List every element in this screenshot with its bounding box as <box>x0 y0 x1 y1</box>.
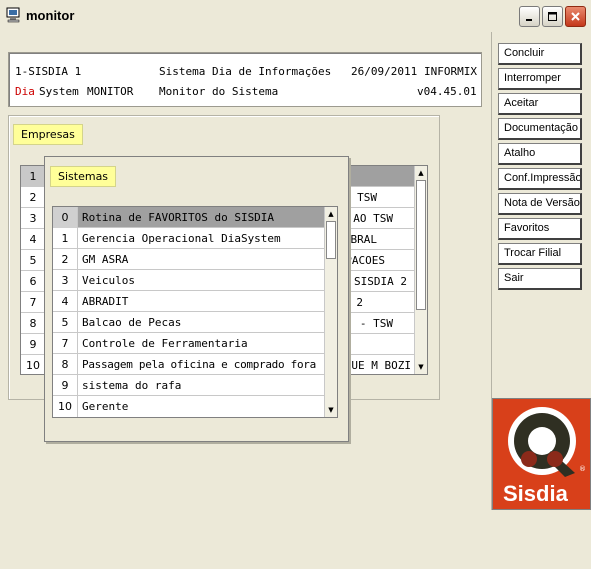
atalho-button[interactable]: Atalho <box>498 143 582 165</box>
list-item[interactable]: 4 ABRADIT <box>53 291 325 312</box>
list-item[interactable]: 9 sistema do rafa <box>53 375 325 396</box>
title-bar: monitor <box>0 0 591 32</box>
conf-impressao-button[interactable]: Conf.Impressão <box>498 168 582 190</box>
list-item[interactable]: 5 Balcao de Pecas <box>53 312 325 333</box>
system-name: Sistema Dia de Informações <box>159 65 332 78</box>
module-name: MONITOR <box>87 85 134 98</box>
documentacao-button[interactable]: Documentação <box>498 118 582 140</box>
list-item[interactable]: 10 Gerente <box>53 396 325 417</box>
system-code: 1-SISDIA 1 <box>15 65 82 78</box>
minimize-icon <box>526 19 532 21</box>
logo-text: Sisdia <box>503 481 568 506</box>
trocar-filial-button[interactable]: Trocar Filial <box>498 243 582 265</box>
close-button[interactable] <box>565 6 586 27</box>
current-date: 26/09/2011 <box>351 65 418 78</box>
list-item[interactable]: 1 Gerencia Operacional DiaSystem <box>53 228 325 249</box>
aceitar-button[interactable]: Aceitar <box>498 93 582 115</box>
sisdia-logo: Sisdia ® <box>492 398 591 510</box>
empresas-scrollbar[interactable]: ▲ ▼ <box>414 166 427 374</box>
list-item[interactable]: 3 Veiculos <box>53 270 325 291</box>
sistemas-list[interactable]: 0 Rotina de FAVORITOS do SISDIA 1 Gerencia… <box>52 206 338 418</box>
empresas-label: Empresas <box>13 124 83 145</box>
database-name: INFORMIX <box>424 65 477 78</box>
registered-mark: ® <box>579 465 586 473</box>
maximize-button[interactable] <box>542 6 563 27</box>
sistemas-label: Sistemas <box>50 166 117 187</box>
favoritos-button[interactable]: Favoritos <box>498 218 582 240</box>
header-panel: 1-SISDIA 1 Sistema Dia de Informações 26… <box>8 52 482 107</box>
module-description: Monitor do Sistema <box>159 85 279 98</box>
window-title: monitor <box>26 8 75 23</box>
nota-de-versao-button[interactable]: Nota de Versão <box>498 193 582 215</box>
list-item[interactable]: 2 GM ASRA <box>53 249 325 270</box>
monitor-icon <box>6 7 20 23</box>
concluir-button[interactable]: Concluir <box>498 43 582 65</box>
interromper-button[interactable]: Interromper <box>498 68 582 90</box>
list-item[interactable]: 0 Rotina de FAVORITOS do SISDIA <box>53 207 325 228</box>
brand-system: System <box>39 85 79 98</box>
close-icon <box>571 12 580 21</box>
sair-button[interactable]: Sair <box>498 268 582 290</box>
scroll-thumb[interactable] <box>326 221 336 259</box>
minimize-button[interactable] <box>519 6 540 27</box>
maximize-icon <box>548 12 557 21</box>
sistemas-scrollbar[interactable]: ▲ ▼ <box>324 207 337 417</box>
scroll-down-icon[interactable]: ▼ <box>415 360 427 374</box>
scroll-up-icon[interactable]: ▲ <box>325 207 337 221</box>
brand-dia: Dia <box>15 85 35 98</box>
scroll-up-icon[interactable]: ▲ <box>415 166 427 180</box>
list-item[interactable]: 8 Passagem pela oficina e comprado fora <box>53 354 325 375</box>
scroll-thumb[interactable] <box>416 180 426 310</box>
version-label: v04.45.01 <box>417 85 477 98</box>
scroll-down-icon[interactable]: ▼ <box>325 403 337 417</box>
list-item[interactable]: 7 Controle de Ferramentaria <box>53 333 325 354</box>
